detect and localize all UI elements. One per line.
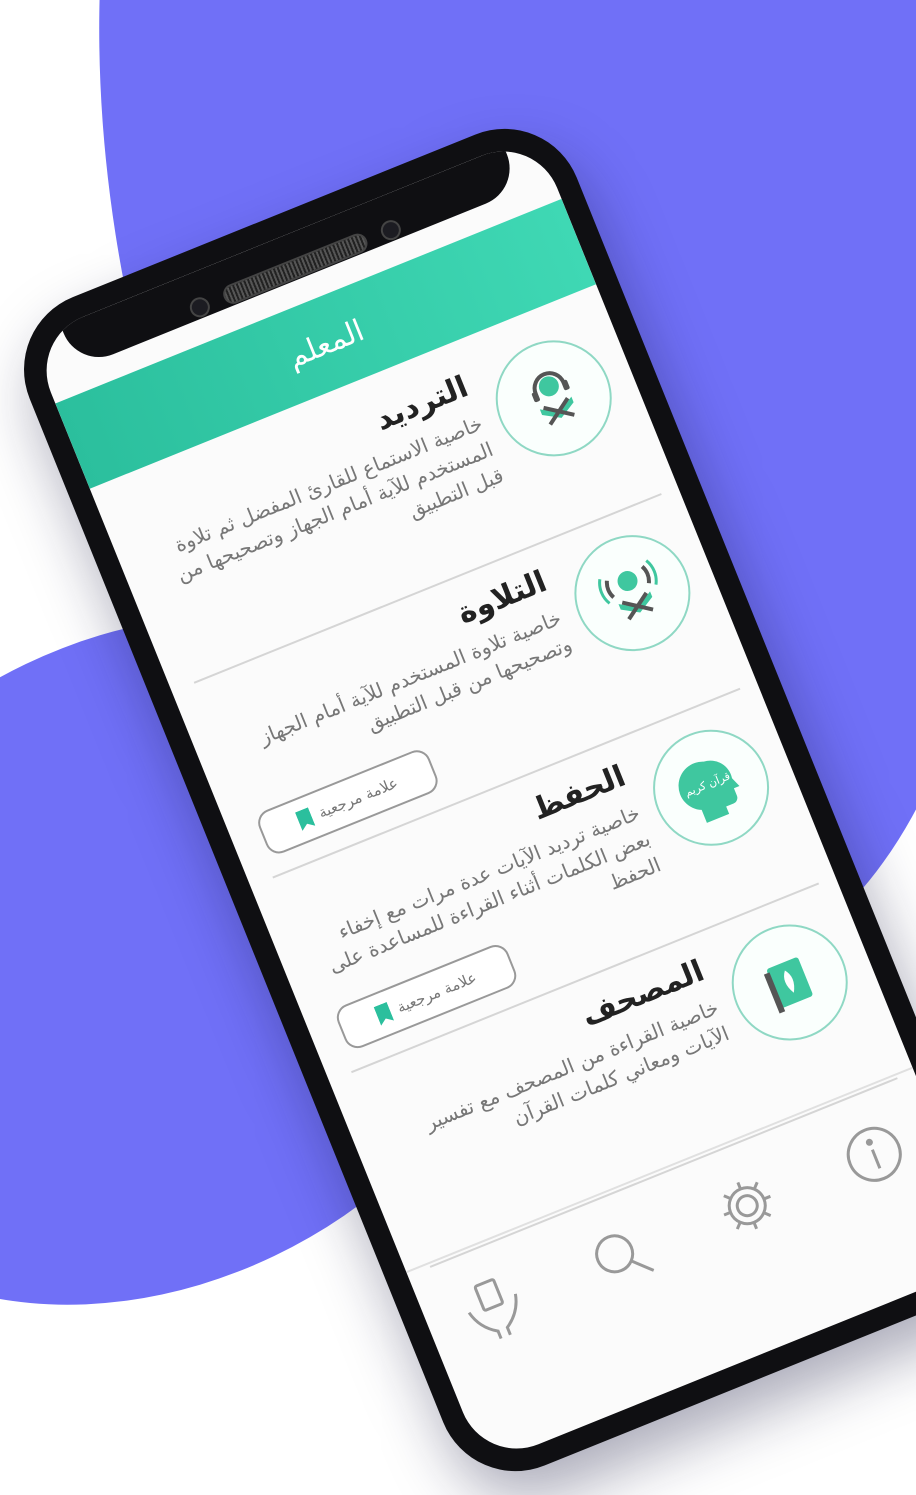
reciting-reader-icon bbox=[556, 517, 708, 669]
quran-head-icon: قرآن كريم bbox=[635, 712, 787, 864]
page-title: المعلم bbox=[282, 312, 369, 375]
headphones-reader-icon bbox=[478, 322, 630, 474]
bookmark-icon bbox=[374, 1002, 394, 1026]
hands-quran-icon[interactable] bbox=[442, 1256, 546, 1360]
search-icon[interactable] bbox=[569, 1205, 673, 1309]
bookmark-label: علامة مرجعية bbox=[315, 773, 401, 822]
settings-gear-icon[interactable] bbox=[695, 1154, 799, 1258]
mushaf-book-icon bbox=[714, 906, 866, 1059]
info-icon[interactable] bbox=[822, 1102, 916, 1206]
bookmark-icon bbox=[295, 807, 315, 831]
